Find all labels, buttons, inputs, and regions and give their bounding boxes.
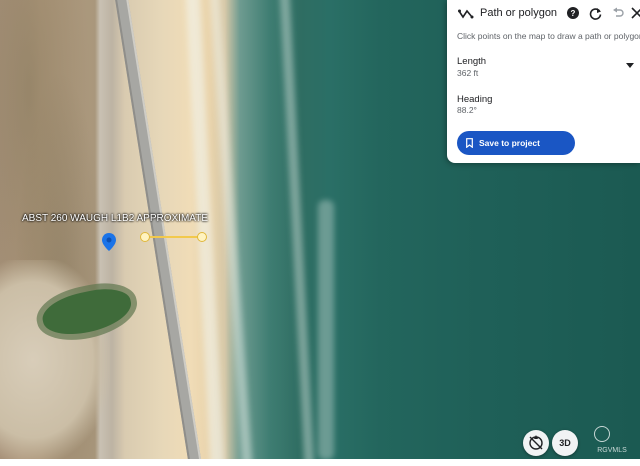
watermark-text: RGVMLS: [597, 447, 627, 454]
surf-line: [318, 200, 334, 459]
measure-point-end[interactable]: [197, 232, 207, 242]
rgvmls-logo: RGVMLS: [586, 424, 638, 458]
path-icon: [458, 9, 474, 19]
help-icon[interactable]: ?: [566, 7, 580, 21]
logo-mark: [594, 426, 610, 442]
surf-line: [279, 0, 315, 459]
measure-point-start[interactable]: [140, 232, 150, 242]
panel-hint: Click points on the map to draw a path o…: [457, 31, 640, 41]
map-pin-icon[interactable]: [102, 233, 116, 251]
redo-icon[interactable]: [588, 7, 602, 21]
close-icon[interactable]: [631, 7, 640, 21]
chevron-down-icon[interactable]: [626, 62, 634, 71]
panel-header: Path or polygon ?: [447, 0, 640, 28]
panel-title: Path or polygon: [480, 7, 558, 19]
heading-value: 88.2°: [457, 105, 477, 115]
length-value: 362 ft: [457, 68, 479, 78]
save-button-label: Save to project: [479, 138, 540, 148]
save-to-project-button[interactable]: Save to project: [457, 131, 575, 155]
length-label: Length: [457, 56, 487, 67]
placemark-label: ABST 260 WAUGH L1B2 APPROXIMATE: [22, 213, 208, 224]
undo-icon[interactable]: [611, 7, 625, 21]
measure-panel: Path or polygon ? Click points on the ma…: [447, 0, 640, 163]
measure-path-line[interactable]: [144, 236, 201, 238]
heading-label: Heading: [457, 94, 493, 105]
svg-text:?: ?: [571, 9, 576, 18]
bookmark-icon: [466, 138, 473, 148]
compass-icon[interactable]: [523, 430, 549, 456]
toggle-3d-button[interactable]: 3D: [552, 430, 578, 456]
